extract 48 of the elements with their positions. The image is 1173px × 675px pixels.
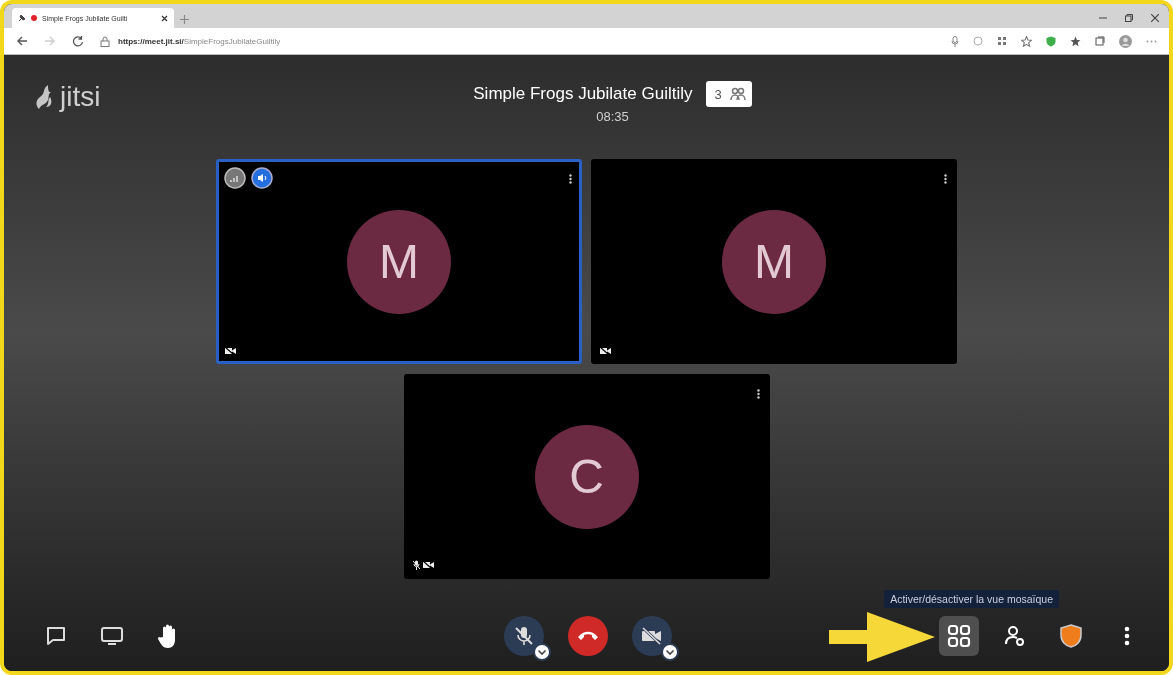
- caret-icon[interactable]: [660, 643, 679, 661]
- close-icon[interactable]: [1151, 14, 1159, 22]
- speaker-icon: [251, 167, 273, 189]
- grid-icon[interactable]: [997, 36, 1007, 46]
- back-icon[interactable]: [16, 35, 28, 47]
- meeting-title: Simple Frogs Jubilate Guiltily: [473, 84, 693, 104]
- star-icon[interactable]: [1021, 35, 1032, 47]
- microphone-icon: [512, 625, 535, 647]
- more-icon: [1124, 626, 1130, 646]
- menu-icon[interactable]: [756, 389, 760, 399]
- caret-icon[interactable]: [532, 643, 551, 661]
- url-field[interactable]: https://meet.jit.si/SimpleFrogsJubilateGuiltily: [118, 36, 281, 46]
- elapsed-time: 08:35: [596, 109, 629, 124]
- microphone-icon[interactable]: [951, 35, 959, 47]
- close-icon[interactable]: [161, 14, 168, 22]
- favorites-icon[interactable]: [1070, 35, 1081, 47]
- phone-icon: [576, 630, 599, 642]
- avatar: C: [534, 424, 639, 529]
- menu-icon[interactable]: [569, 174, 572, 184]
- recording-dot-icon: [31, 15, 37, 21]
- tooltip: Activer/désactiver la vue mosaïque: [884, 590, 1059, 608]
- people-icon: [729, 87, 746, 101]
- shield-icon[interactable]: [1046, 35, 1056, 47]
- chat-icon: [45, 625, 67, 647]
- profile-icon[interactable]: [1119, 34, 1132, 48]
- hang-up-button[interactable]: [567, 616, 608, 656]
- pin-icon: [18, 14, 26, 22]
- person-icon: [1003, 624, 1027, 648]
- menu-icon[interactable]: [944, 174, 947, 184]
- reload-icon[interactable]: [72, 35, 84, 47]
- more-icon[interactable]: [1146, 39, 1157, 43]
- video-tile[interactable]: M: [216, 159, 582, 364]
- avatar: M: [347, 209, 451, 314]
- lock-icon: [100, 35, 110, 47]
- connection-icon[interactable]: [224, 167, 246, 189]
- monitor-icon: [100, 625, 124, 647]
- participant-count[interactable]: 3: [706, 81, 752, 107]
- microphone-button[interactable]: [503, 616, 544, 656]
- grid-icon: [947, 624, 971, 648]
- logo-text: jitsi: [60, 83, 101, 111]
- restore-icon[interactable]: [1125, 14, 1133, 22]
- camera-icon: [639, 625, 664, 647]
- collections-icon[interactable]: [1095, 36, 1105, 46]
- shield-icon: [1060, 624, 1082, 648]
- video-tile[interactable]: M: [591, 159, 957, 364]
- camera-button[interactable]: [631, 616, 672, 656]
- video-tile[interactable]: C: [403, 374, 770, 579]
- avatar: M: [722, 209, 826, 314]
